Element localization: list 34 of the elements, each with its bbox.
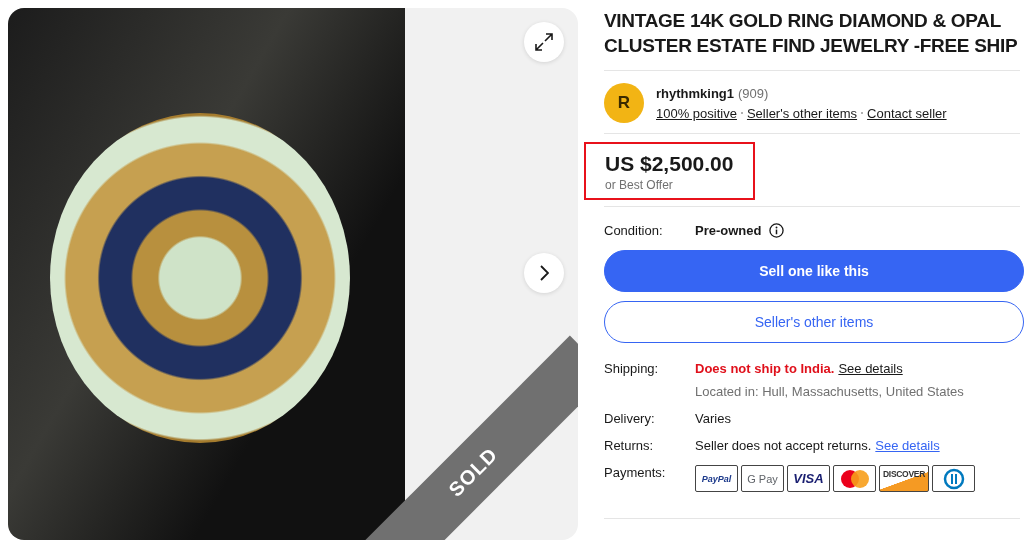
mastercard-logo [833,465,876,492]
detail-value: Varies [695,411,731,426]
detail-label: Shipping: [604,361,660,378]
detail-label: Payments: [604,465,667,482]
seller-link[interactable]: Seller's other items [746,105,858,121]
see-details-link[interactable]: See details [875,438,940,453]
see-details-link[interactable]: See details [838,361,903,376]
seller-link[interactable]: Contact seller [867,105,947,121]
item-location: Located in: Hull, Massachusetts, United States [695,384,964,399]
sell-one-like-this-button[interactable]: Sell one like this [604,250,1024,292]
listing-title: VINTAGE 14K GOLD RING DIAMOND & OPAL CLUSTER ESTATE FIND JEWELRY -FREE SHIP [604,9,1019,58]
detail-label: Delivery: [604,411,656,426]
chevron-right-icon [539,265,549,281]
visa-logo: VISA [787,465,830,492]
info-icon[interactable] [769,223,785,238]
next-image-button[interactable] [524,253,564,293]
discover-logo: DISCOVER [879,465,929,492]
detail-label: Returns: [604,438,655,453]
price: US $2,500.00 [605,152,734,176]
expand-button[interactable] [524,22,564,62]
paypal-logo: PayPal [695,465,738,492]
condition-label: Condition: [604,223,664,238]
detail-value: Seller does not accept returns. [695,438,872,453]
expand-icon [534,32,554,52]
diners-club-logo [932,465,975,492]
gpay-logo: G Pay [741,465,784,492]
detail-value: Does not ship to India. [695,361,835,376]
seller-link[interactable]: 100% positive [656,105,737,121]
feedback-count: (909) [738,85,769,101]
best-offer-note: or Best Offer [605,178,674,192]
sellers-other-items-button[interactable]: Seller's other items [604,301,1024,343]
seller-name[interactable]: rhythmking1 [656,85,734,101]
condition-value: Pre-owned [695,223,762,238]
seller-avatar: R [604,83,644,123]
